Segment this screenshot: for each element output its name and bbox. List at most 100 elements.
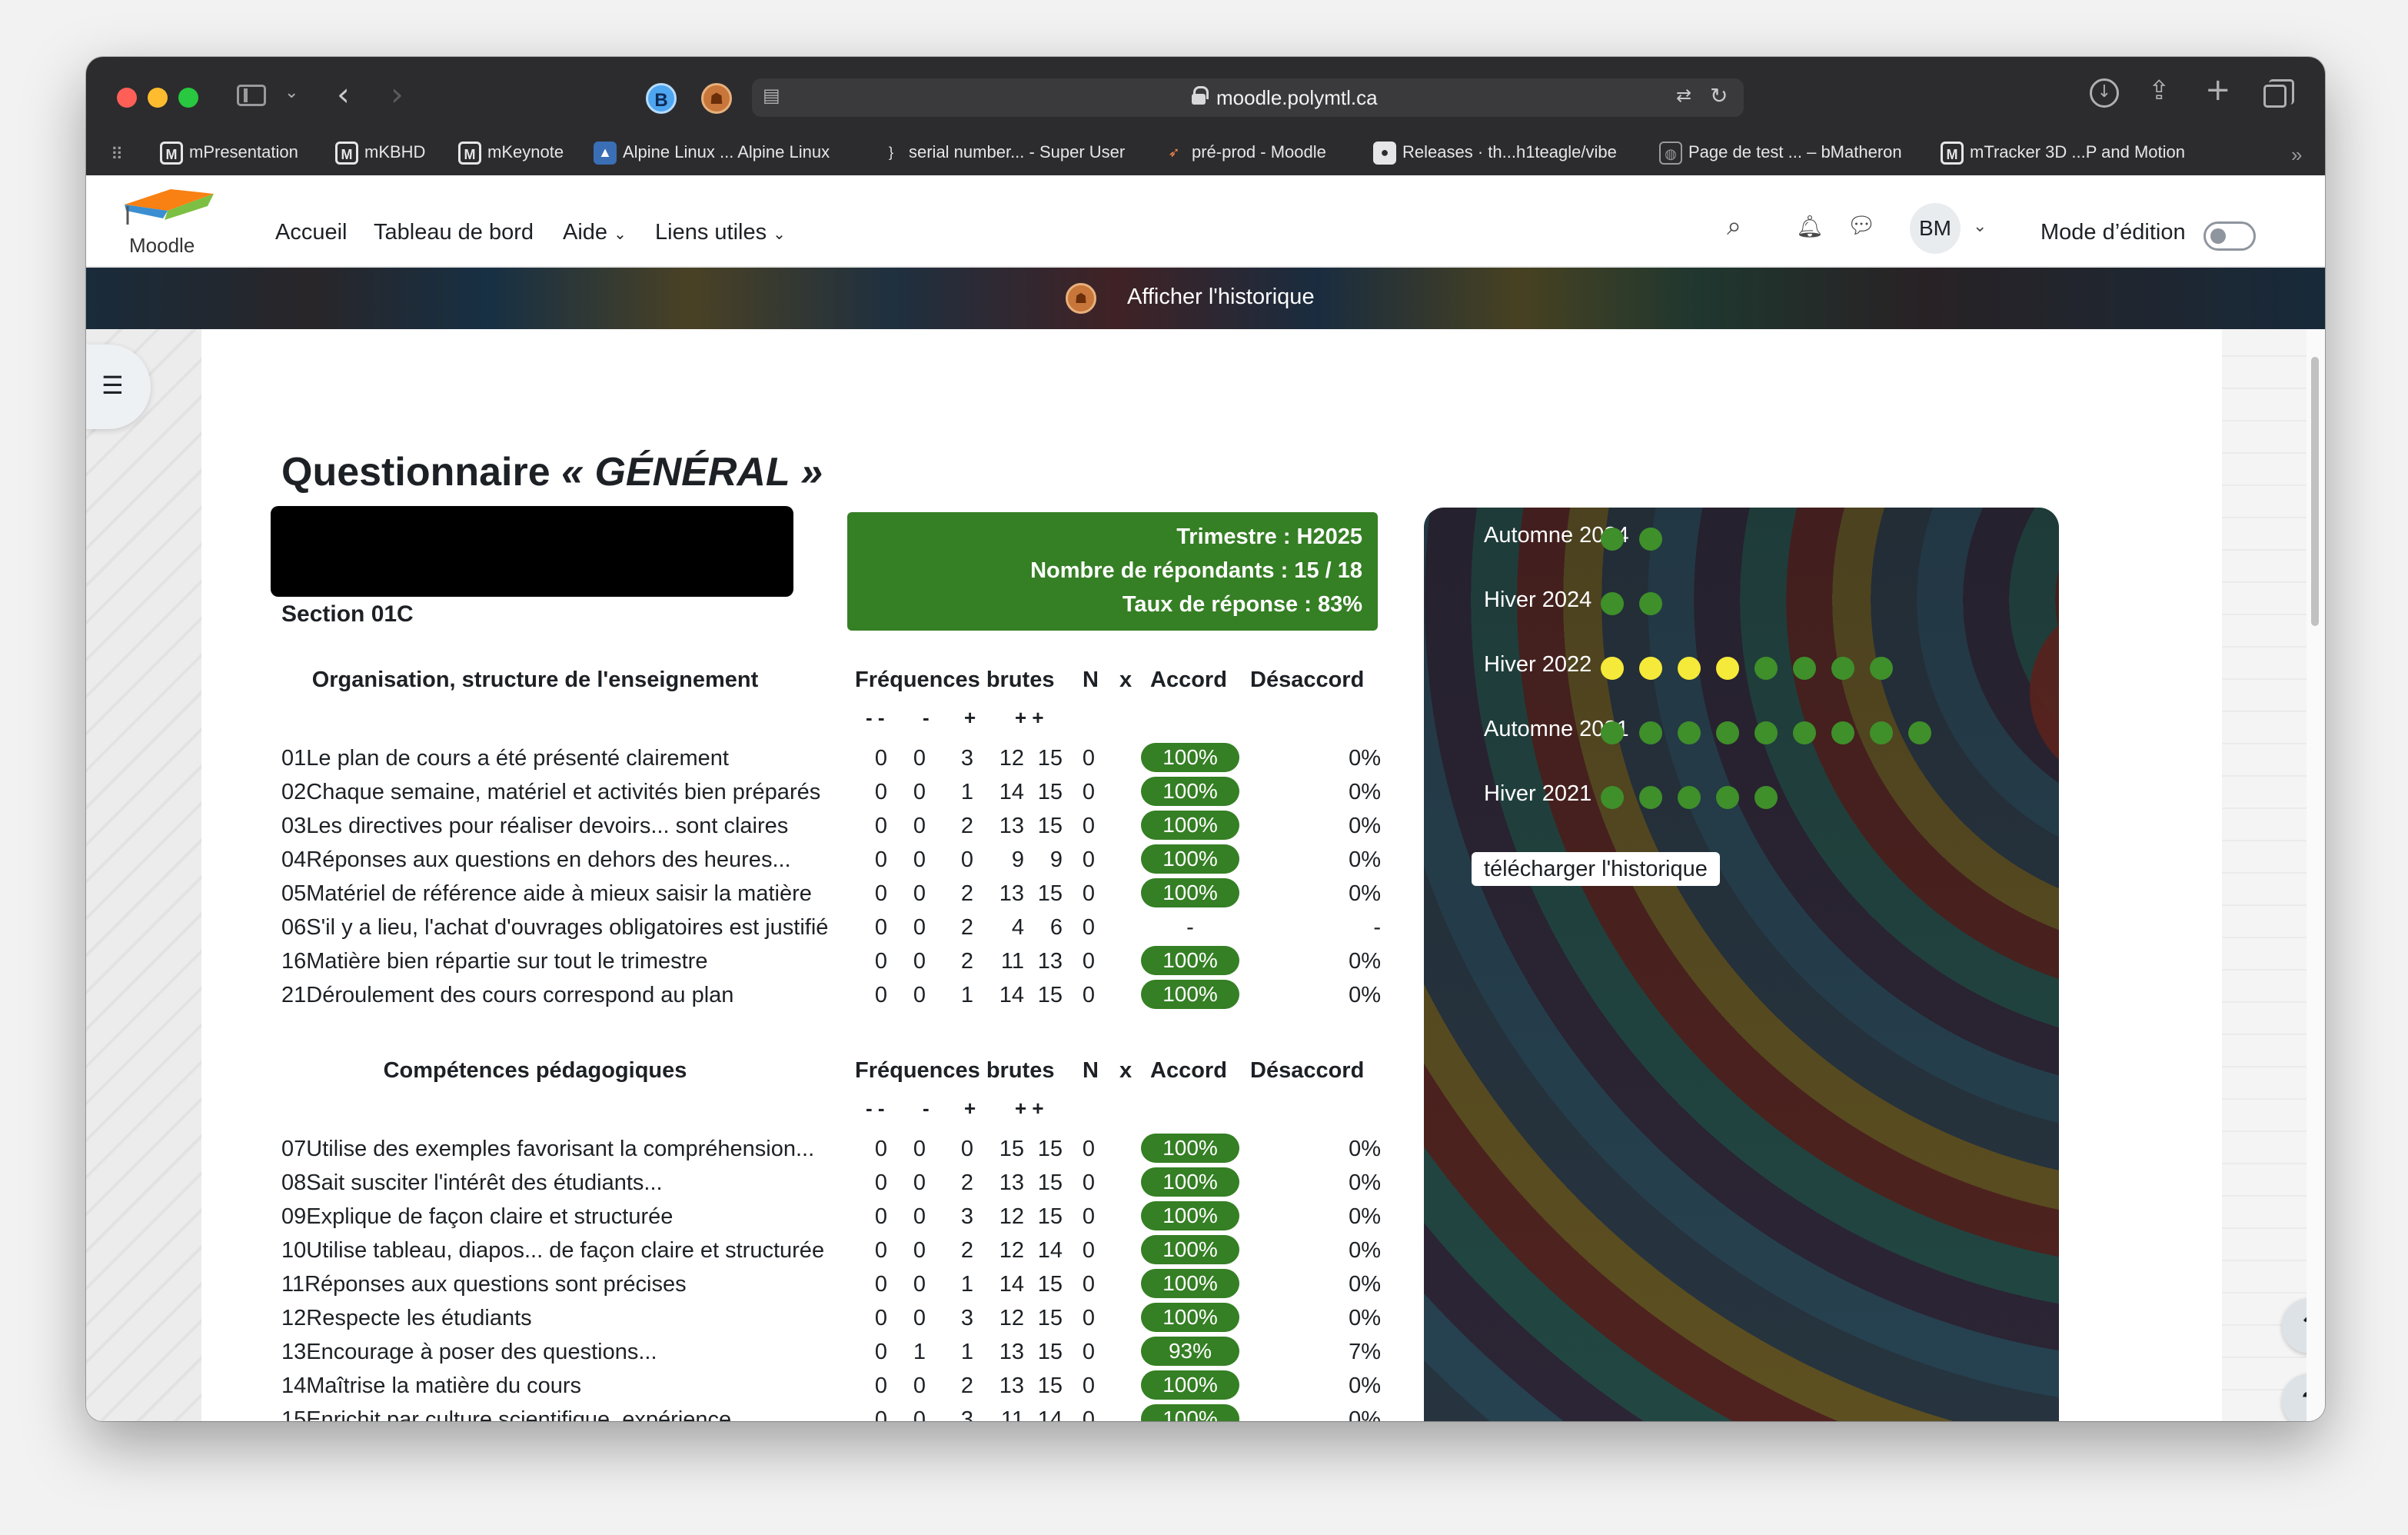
sidebar-toggle-icon[interactable] xyxy=(237,85,266,106)
address-bar[interactable]: ▤ moodle.polymtl.ca ⇄ ↻ xyxy=(752,78,1744,117)
history-dot-green[interactable] xyxy=(1639,592,1662,615)
favorite-pre-prod-moodle[interactable]: ➶ pré-prod - Moodle xyxy=(1162,142,1325,168)
favorite-mkbhd[interactable]: MmKBHD xyxy=(335,142,425,168)
x-value: 0 xyxy=(1082,1306,1095,1330)
history-dot-green[interactable] xyxy=(1601,721,1624,744)
grid-icon[interactable]: ⠿ xyxy=(111,145,124,165)
m-icon: M xyxy=(160,142,183,165)
bell-icon[interactable]: 🔔︎ xyxy=(1796,214,1824,239)
history-dot-yellow[interactable] xyxy=(1601,657,1624,680)
minimize-window-button[interactable] xyxy=(148,88,168,108)
chevron-down-icon[interactable]: ⌄ xyxy=(1973,217,1987,236)
table-row: 12Respecte les étudiants 0 0 3 12 15 0 100% 0% xyxy=(281,1301,1381,1335)
desaccord-value: 0% xyxy=(1349,881,1381,906)
history-dot-green[interactable] xyxy=(1754,721,1778,744)
chevron-down-icon[interactable]: ⌄ xyxy=(284,83,298,102)
favorite-mpresentation[interactable]: MmPresentation xyxy=(160,142,298,168)
scrollbar-thumb[interactable] xyxy=(2311,357,2319,626)
nav-aide[interactable]: Aide ⌄ xyxy=(563,220,627,245)
history-dot-green[interactable] xyxy=(1908,721,1931,744)
history-banner[interactable]: ☗ Afficher l'historique xyxy=(86,268,2325,329)
table-row: 02Chaque semaine, matériel et activités … xyxy=(281,775,1381,809)
history-dot-yellow[interactable] xyxy=(1639,657,1662,680)
history-dot-green[interactable] xyxy=(1870,657,1893,680)
history-dot-green[interactable] xyxy=(1754,657,1778,680)
accord-value: - xyxy=(1186,915,1194,940)
history-dot-green[interactable] xyxy=(1754,786,1778,809)
favorite-page-de-test[interactable]: ◍ Page de test ... – bMatheron xyxy=(1659,142,1902,168)
desaccord-value: 0% xyxy=(1349,814,1381,838)
accord-badge: 100% xyxy=(1141,1167,1239,1197)
history-dot-green[interactable] xyxy=(1639,528,1662,551)
show-history-link[interactable]: Afficher l'historique xyxy=(1127,285,1315,310)
close-window-button[interactable] xyxy=(117,88,137,108)
section-title: Compétences pédagogiques xyxy=(383,1058,687,1083)
freq-value: 1 xyxy=(913,1340,926,1364)
chevron-right-double-icon[interactable]: » xyxy=(2291,143,2302,167)
desaccord-value: - xyxy=(1373,915,1381,940)
history-dot-yellow[interactable] xyxy=(1678,657,1701,680)
download-history-button[interactable]: télécharger l'historique xyxy=(1472,852,1720,886)
tab-overview-icon[interactable] xyxy=(2263,79,2294,108)
history-dot-green[interactable] xyxy=(1716,786,1739,809)
favorite-mkeynote[interactable]: MmKeynote xyxy=(458,142,564,168)
moodle-extension-icon[interactable]: ☗ xyxy=(701,83,732,114)
history-dot-green[interactable] xyxy=(1601,786,1624,809)
history-dot-green[interactable] xyxy=(1678,721,1701,744)
edit-mode-toggle[interactable] xyxy=(2203,221,2256,251)
history-term-label: Hiver 2022 xyxy=(1484,652,1592,677)
desaccord-value: 0% xyxy=(1349,1374,1381,1398)
reload-icon[interactable]: ↻ xyxy=(1710,83,1728,108)
history-dot-green[interactable] xyxy=(1716,721,1739,744)
forward-arrow-icon[interactable]: › xyxy=(391,75,404,113)
nav-liens-utiles[interactable]: Liens utiles ⌄ xyxy=(655,220,786,245)
history-dot-green[interactable] xyxy=(1793,657,1816,680)
favorite-super-user[interactable]: } serial number... - Super User xyxy=(880,142,1125,168)
search-icon[interactable]: ⌕ xyxy=(1727,211,1741,241)
freq-value: 2 xyxy=(960,881,973,906)
history-dot-green[interactable] xyxy=(1639,786,1662,809)
x-value: 0 xyxy=(1082,1340,1095,1364)
history-dot-green[interactable] xyxy=(1831,721,1854,744)
edit-mode-label: Mode d’édition xyxy=(2040,220,2186,245)
history-dot-green[interactable] xyxy=(1831,657,1854,680)
moodle-logo-text[interactable]: Moodle xyxy=(129,234,195,258)
share-icon[interactable]: ⇪ xyxy=(2148,75,2170,106)
scrollbar[interactable] xyxy=(2307,329,2325,1421)
rocket-icon: ➶ xyxy=(1168,145,1180,160)
history-dot-green[interactable] xyxy=(1639,721,1662,744)
translate-icon[interactable]: ⇄ xyxy=(1676,85,1691,107)
accord-badge: 100% xyxy=(1141,946,1239,975)
moodle-logo-icon[interactable] xyxy=(117,183,217,226)
freq-value: 2 xyxy=(960,1238,973,1263)
freq-value: 3 xyxy=(960,1204,973,1229)
chat-icon[interactable]: 💬︎ xyxy=(1847,212,1876,239)
nav-tableau-de-bord[interactable]: Tableau de bord xyxy=(374,220,534,245)
url-text[interactable]: moodle.polymtl.ca xyxy=(1216,86,1378,110)
desaccord-value: 0% xyxy=(1349,983,1381,1007)
favorite-releases[interactable]: ● Releases · th...h1teagle/vibe xyxy=(1373,142,1617,168)
history-dot-yellow[interactable] xyxy=(1716,657,1739,680)
history-dot-green[interactable] xyxy=(1601,528,1624,551)
favorite-mtracker[interactable]: MmTracker 3D ...P and Motion xyxy=(1941,142,2185,168)
back-arrow-icon[interactable]: ‹ xyxy=(337,75,350,113)
new-tab-icon[interactable]: + xyxy=(2205,72,2231,108)
freq-value: 2 xyxy=(960,949,973,974)
zoom-window-button[interactable] xyxy=(178,88,198,108)
x-value: 0 xyxy=(1082,1170,1095,1195)
favorite-alpine-linux[interactable]: ▲ Alpine Linux ... Alpine Linux xyxy=(594,142,830,168)
desaccord-value: 0% xyxy=(1349,746,1381,771)
history-dot-green[interactable] xyxy=(1870,721,1893,744)
table-row: 08Sait susciter l'intérêt des étudiants.… xyxy=(281,1166,1381,1200)
x-value: 0 xyxy=(1082,1137,1095,1161)
freq-value: 0 xyxy=(913,1137,926,1161)
bitwarden-extension-icon[interactable]: B xyxy=(646,83,677,114)
download-icon[interactable]: ↓ xyxy=(2090,78,2119,108)
nav-accueil[interactable]: Accueil xyxy=(275,220,348,245)
avatar[interactable]: BM xyxy=(1910,203,1961,254)
page-menu-icon[interactable]: ▤ xyxy=(763,85,780,106)
history-dot-green[interactable] xyxy=(1678,786,1701,809)
history-dot-green[interactable] xyxy=(1601,592,1624,615)
history-dot-green[interactable] xyxy=(1793,721,1816,744)
table-row: 01Le plan de cours a été présenté claire… xyxy=(281,741,1381,775)
